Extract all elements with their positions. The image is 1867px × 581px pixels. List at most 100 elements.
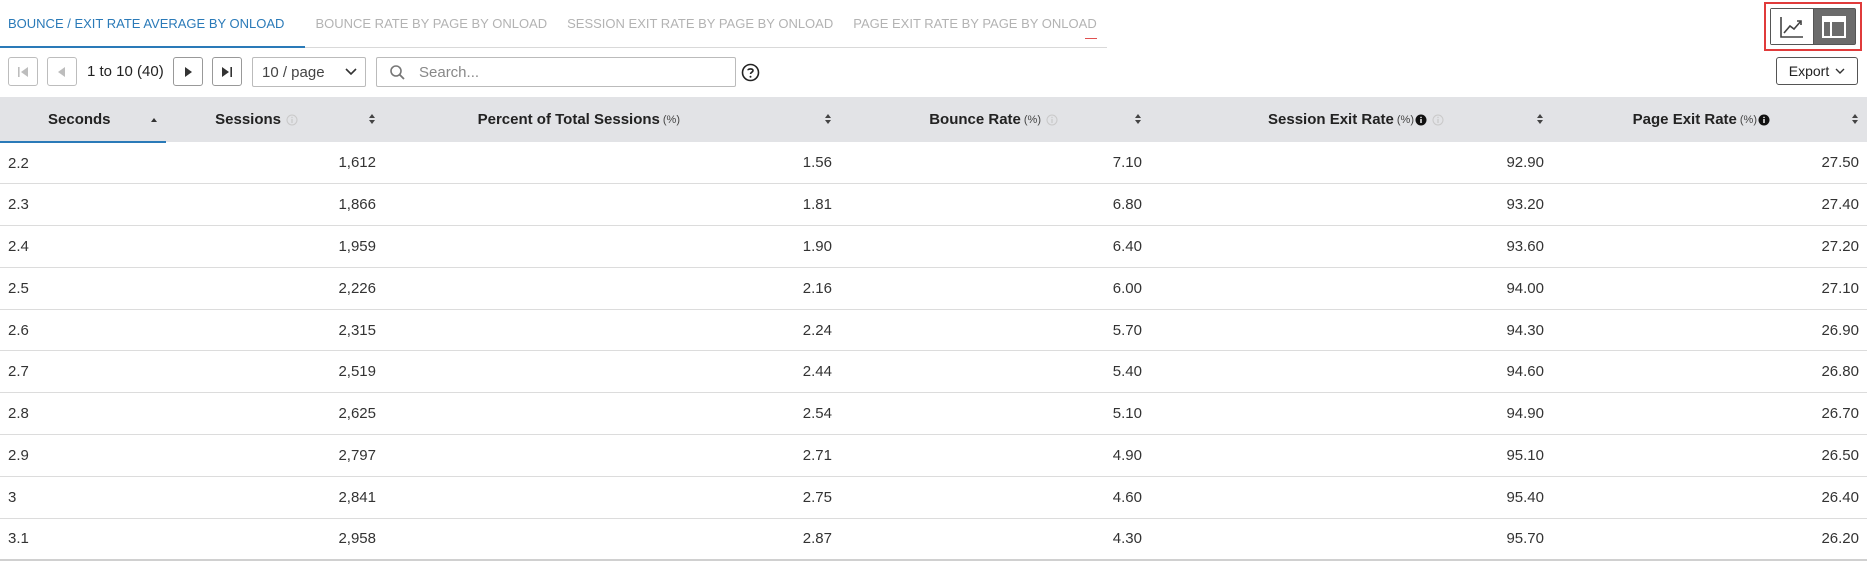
- cell-page-exit-rate: 27.50: [1552, 142, 1867, 185]
- column-header-percent-sessions[interactable]: Percent of Total Sessions (%): [384, 97, 840, 142]
- cell-session-exit-rate: 95.10: [1150, 434, 1552, 477]
- info-filled-icon[interactable]: [1415, 114, 1427, 126]
- cell-sessions: 2,625: [166, 392, 384, 436]
- table-row[interactable]: 2.8 2,625 2.54 5.10 94.90 26.70: [0, 392, 1867, 436]
- column-unit: (%): [662, 113, 680, 126]
- cell-session-exit-rate: 93.60: [1150, 225, 1552, 268]
- cell-bounce-rate: 5.40: [840, 350, 1150, 394]
- table-toolbar: 1 to 10 (40) 10 / page Export: [0, 57, 1867, 89]
- cell-bounce-rate: 6.40: [840, 225, 1150, 268]
- page-size-value: 10 / page: [262, 64, 325, 81]
- info-icon[interactable]: [286, 114, 298, 126]
- cell-bounce-rate: 4.30: [840, 518, 1150, 561]
- cell-page-exit-rate: 26.40: [1552, 476, 1867, 519]
- search-icon: [390, 65, 405, 80]
- cell-percent-sessions: 2.54: [384, 392, 840, 436]
- column-unit: (%): [1396, 113, 1414, 126]
- cell-percent-sessions: 2.71: [384, 434, 840, 477]
- cell-bounce-rate: 6.00: [840, 267, 1150, 310]
- table-row[interactable]: 2.2 1,612 1.56 7.10 92.90 27.50: [0, 142, 1867, 185]
- tab-page-exit-rate-by-page[interactable]: PAGE EXIT RATE BY PAGE BY ONLOAD: [843, 0, 1107, 48]
- column-label: Page Exit Rate: [1632, 111, 1737, 128]
- cell-session-exit-rate: 94.30: [1150, 309, 1552, 352]
- search-box: [376, 57, 736, 87]
- cell-bounce-rate: 5.70: [840, 309, 1150, 352]
- cell-seconds: 2.8: [0, 392, 166, 436]
- skip-first-icon: [18, 66, 28, 77]
- last-page-button[interactable]: [212, 57, 242, 86]
- table-row[interactable]: 2.4 1,959 1.90 6.40 93.60 27.20: [0, 225, 1867, 268]
- cell-sessions: 2,841: [166, 476, 384, 519]
- table-row[interactable]: 2.3 1,866 1.81 6.80 93.20 27.40: [0, 183, 1867, 227]
- cell-bounce-rate: 4.60: [840, 476, 1150, 519]
- cell-page-exit-rate: 27.10: [1552, 267, 1867, 310]
- column-label: Sessions: [215, 111, 281, 128]
- first-page-button[interactable]: [8, 57, 38, 86]
- info-icon[interactable]: [1432, 114, 1444, 126]
- view-toggle: [1764, 2, 1862, 51]
- info-filled-icon[interactable]: [1758, 114, 1770, 126]
- cell-percent-sessions: 1.81: [384, 183, 840, 227]
- column-header-session-exit-rate[interactable]: Session Exit Rate (%): [1150, 97, 1552, 142]
- table-row[interactable]: 2.9 2,797 2.71 4.90 95.10 26.50: [0, 434, 1867, 477]
- help-icon[interactable]: [741, 63, 760, 82]
- chevron-down-icon: [1835, 68, 1845, 74]
- table-body: 2.2 1,612 1.56 7.10 92.90 27.50 2.3 1,866 1.81 6.…: [0, 142, 1867, 561]
- data-table: Seconds Sessions Percent of Total Sessio…: [0, 97, 1867, 561]
- tab-session-exit-rate-by-page[interactable]: SESSION EXIT RATE BY PAGE BY ONLOAD: [557, 0, 844, 48]
- chart-view-button[interactable]: [1771, 9, 1814, 44]
- search-input[interactable]: [417, 61, 727, 83]
- chevron-down-icon: [345, 68, 357, 76]
- cell-bounce-rate: 6.80: [840, 183, 1150, 227]
- table-row[interactable]: 3.1 2,958 2.87 4.30 95.70 26.20: [0, 518, 1867, 561]
- cell-page-exit-rate: 26.70: [1552, 392, 1867, 436]
- cell-seconds: 3.1: [0, 518, 166, 561]
- cell-session-exit-rate: 92.90: [1150, 142, 1552, 185]
- sort-icon: [369, 114, 375, 124]
- cell-page-exit-rate: 26.80: [1552, 350, 1867, 394]
- tab-bounce-rate-by-page[interactable]: BOUNCE RATE BY PAGE BY ONLOAD: [305, 0, 558, 48]
- table-row[interactable]: 2.5 2,226 2.16 6.00 94.00 27.10: [0, 267, 1867, 310]
- column-header-seconds[interactable]: Seconds: [0, 97, 166, 143]
- sort-icon: [1852, 114, 1858, 124]
- cell-sessions: 2,315: [166, 309, 384, 352]
- divider-mark: [1085, 38, 1097, 39]
- cell-seconds: 2.2: [0, 142, 166, 185]
- skip-last-icon: [222, 66, 232, 77]
- cell-bounce-rate: 4.90: [840, 434, 1150, 477]
- export-label: Export: [1788, 63, 1830, 79]
- cell-sessions: 1,959: [166, 225, 384, 268]
- prev-icon: [58, 66, 65, 77]
- cell-session-exit-rate: 95.70: [1150, 518, 1552, 561]
- table-view-button[interactable]: [1813, 9, 1855, 44]
- cell-sessions: 2,797: [166, 434, 384, 477]
- column-header-sessions[interactable]: Sessions: [166, 97, 384, 142]
- cell-session-exit-rate: 94.60: [1150, 350, 1552, 394]
- cell-percent-sessions: 2.75: [384, 476, 840, 519]
- cell-page-exit-rate: 27.20: [1552, 225, 1867, 268]
- cell-seconds: 3: [0, 476, 166, 519]
- page-size-select[interactable]: 10 / page: [252, 57, 366, 87]
- cell-sessions: 1,612: [166, 142, 384, 185]
- cell-sessions: 1,866: [166, 183, 384, 227]
- sort-icon: [1537, 114, 1543, 124]
- cell-session-exit-rate: 94.00: [1150, 267, 1552, 310]
- column-header-bounce-rate[interactable]: Bounce Rate (%): [840, 97, 1150, 142]
- cell-percent-sessions: 2.24: [384, 309, 840, 352]
- info-icon[interactable]: [1046, 114, 1058, 126]
- sort-icon: [1135, 114, 1141, 124]
- tab-bounce-exit-average[interactable]: BOUNCE / EXIT RATE AVERAGE BY ONLOAD: [0, 0, 306, 48]
- next-icon: [185, 66, 192, 77]
- column-header-page-exit-rate[interactable]: Page Exit Rate (%): [1552, 97, 1867, 142]
- table-row[interactable]: 2.6 2,315 2.24 5.70 94.30 26.90: [0, 309, 1867, 352]
- report-tabs: BOUNCE / EXIT RATE AVERAGE BY ONLOAD BOU…: [0, 0, 1107, 48]
- cell-page-exit-rate: 26.90: [1552, 309, 1867, 352]
- cell-seconds: 2.9: [0, 434, 166, 477]
- cell-bounce-rate: 7.10: [840, 142, 1150, 185]
- table-row[interactable]: 3 2,841 2.75 4.60 95.40 26.40: [0, 476, 1867, 519]
- prev-page-button[interactable]: [47, 57, 77, 86]
- table-row[interactable]: 2.7 2,519 2.44 5.40 94.60 26.80: [0, 350, 1867, 394]
- export-button[interactable]: Export: [1776, 57, 1858, 85]
- next-page-button[interactable]: [173, 57, 203, 86]
- cell-percent-sessions: 1.56: [384, 142, 840, 185]
